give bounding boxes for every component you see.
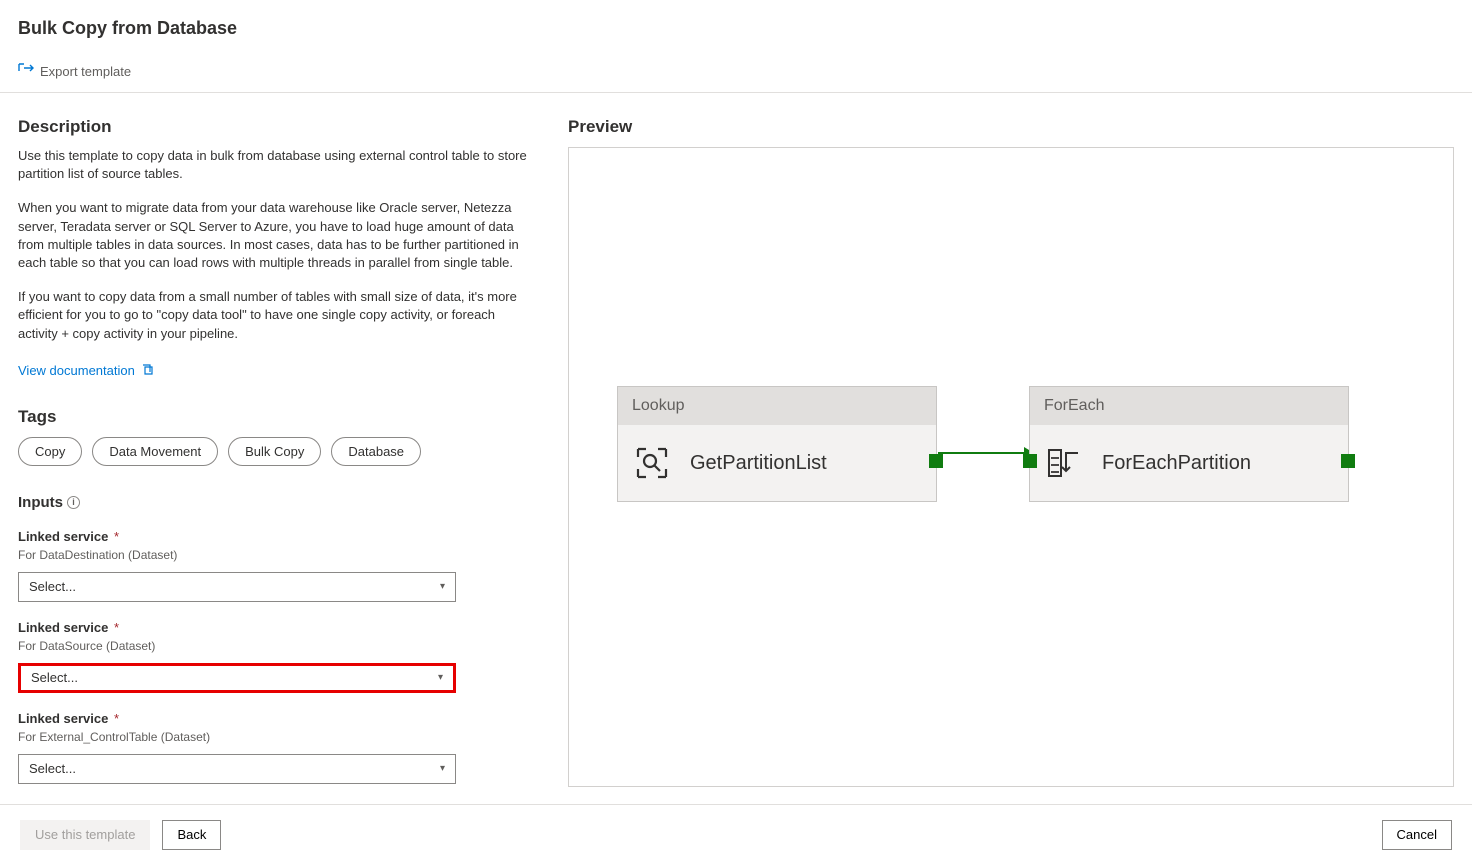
export-template-link[interactable]: Export template	[18, 63, 131, 80]
input-group-controltable: Linked service * For External_ControlTab…	[18, 711, 538, 784]
node-title: GetPartitionList	[690, 452, 827, 475]
tags-heading: Tags	[18, 407, 538, 427]
chevron-down-icon: ▾	[440, 581, 445, 592]
connector-out[interactable]	[929, 454, 943, 468]
export-template-label: Export template	[40, 64, 131, 79]
linked-service-select-datasource[interactable]: Select... ▾	[18, 663, 456, 693]
activity-node-foreach[interactable]: ForEach ForEachPartition	[1029, 386, 1349, 502]
connector-out[interactable]	[1341, 454, 1355, 468]
tag-database[interactable]: Database	[331, 437, 421, 466]
toolbar: Export template	[0, 63, 1472, 93]
chevron-down-icon: ▾	[438, 672, 443, 683]
use-this-template-button: Use this template	[20, 820, 150, 850]
required-marker: *	[114, 620, 119, 635]
input-label: Linked service	[18, 711, 108, 726]
preview-canvas[interactable]: Lookup GetPartitionList ForEach ForEachP…	[568, 147, 1454, 787]
inputs-heading: Inputs i	[18, 494, 80, 511]
select-value: Select...	[29, 761, 76, 776]
required-marker: *	[114, 529, 119, 544]
input-group-datasource: Linked service * For DataSource (Dataset…	[18, 620, 538, 693]
node-title: ForEachPartition	[1102, 452, 1251, 475]
tag-bulk-copy[interactable]: Bulk Copy	[228, 437, 321, 466]
inputs-heading-label: Inputs	[18, 494, 63, 511]
lookup-icon	[632, 443, 672, 483]
select-value: Select...	[29, 579, 76, 594]
external-link-icon	[141, 363, 154, 379]
footer: Use this template Back Cancel	[0, 804, 1472, 864]
tag-data-movement[interactable]: Data Movement	[92, 437, 218, 466]
preview-heading: Preview	[568, 117, 1454, 137]
description-p1: Use this template to copy data in bulk f…	[18, 147, 528, 183]
input-sublabel: For DataDestination (Dataset)	[18, 548, 538, 562]
chevron-down-icon: ▾	[440, 763, 445, 774]
page-title: Bulk Copy from Database	[0, 0, 1472, 39]
doc-link-label: View documentation	[18, 363, 135, 378]
description-p2: When you want to migrate data from your …	[18, 199, 528, 272]
input-sublabel: For DataSource (Dataset)	[18, 639, 538, 653]
connector-in[interactable]	[1023, 454, 1037, 468]
activity-node-lookup[interactable]: Lookup GetPartitionList	[617, 386, 937, 502]
node-header: ForEach	[1030, 387, 1348, 425]
foreach-icon	[1044, 443, 1084, 483]
tag-copy[interactable]: Copy	[18, 437, 82, 466]
cancel-button[interactable]: Cancel	[1382, 820, 1452, 850]
input-label: Linked service	[18, 620, 108, 635]
info-icon[interactable]: i	[67, 496, 80, 509]
linked-service-select-controltable[interactable]: Select... ▾	[18, 754, 456, 784]
flow-arrow	[938, 452, 1032, 454]
description-heading: Description	[18, 117, 538, 137]
export-icon	[18, 63, 34, 80]
select-value: Select...	[31, 670, 78, 685]
required-marker: *	[114, 711, 119, 726]
input-sublabel: For External_ControlTable (Dataset)	[18, 730, 538, 744]
description-p3: If you want to copy data from a small nu…	[18, 288, 528, 343]
view-documentation-link[interactable]: View documentation	[18, 363, 154, 379]
node-header: Lookup	[618, 387, 936, 425]
input-label: Linked service	[18, 529, 108, 544]
input-group-datadestination: Linked service * For DataDestination (Da…	[18, 529, 538, 602]
back-button[interactable]: Back	[162, 820, 221, 850]
linked-service-select-datadestination[interactable]: Select... ▾	[18, 572, 456, 602]
